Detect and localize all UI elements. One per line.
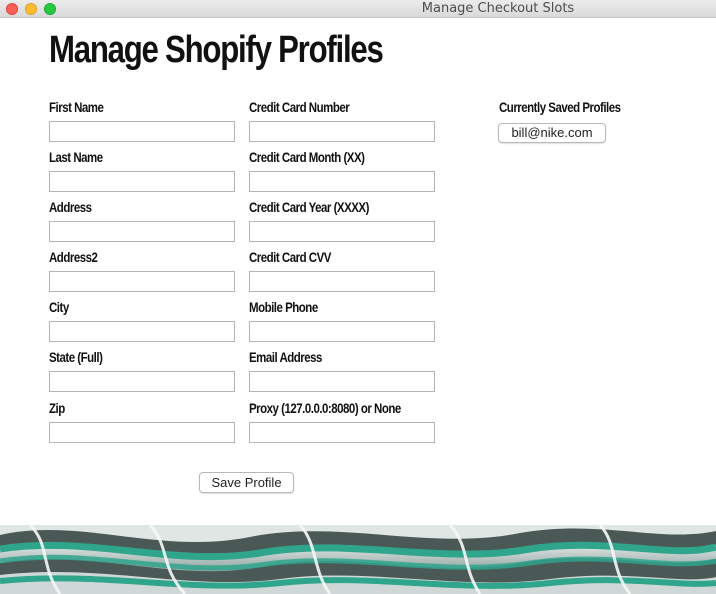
saved-profile-button[interactable]: bill@nike.com — [498, 123, 606, 143]
email-input[interactable] — [249, 371, 435, 392]
email-field: Email Address — [249, 349, 435, 392]
proxy-input[interactable] — [249, 422, 435, 443]
zip-field: Zip — [49, 400, 235, 443]
zip-label: Zip — [49, 400, 65, 416]
city-label: City — [49, 299, 69, 315]
sneaker-photo — [0, 525, 716, 594]
state-input[interactable] — [49, 371, 235, 392]
address-field: Address — [49, 199, 235, 242]
card-year-label: Credit Card Year (XXXX) — [249, 199, 369, 215]
mobile-phone-label: Mobile Phone — [249, 299, 318, 315]
card-year-field: Credit Card Year (XXXX) — [249, 199, 435, 242]
saved-profiles-label: Currently Saved Profiles — [499, 99, 621, 115]
card-number-label: Credit Card Number — [249, 99, 350, 115]
mobile-phone-input[interactable] — [249, 321, 435, 342]
first-name-field: First Name — [49, 99, 235, 142]
zip-input[interactable] — [49, 422, 235, 443]
card-number-field: Credit Card Number — [249, 99, 435, 142]
mobile-phone-field: Mobile Phone — [249, 299, 435, 342]
card-cvv-input[interactable] — [249, 271, 435, 292]
title-bar: Manage Checkout Slots — [0, 0, 716, 18]
address2-label: Address2 — [49, 249, 98, 265]
card-month-label: Credit Card Month (XX) — [249, 149, 365, 165]
save-profile-button[interactable]: Save Profile — [199, 472, 294, 493]
first-name-input[interactable] — [49, 121, 235, 142]
first-name-label: First Name — [49, 99, 104, 115]
address2-field: Address2 — [49, 249, 235, 292]
main-content: Manage Shopify Profiles First Name Last … — [0, 19, 716, 525]
city-field: City — [49, 299, 235, 342]
last-name-field: Last Name — [49, 149, 235, 192]
window-title: Manage Checkout Slots — [421, 1, 575, 16]
card-year-input[interactable] — [249, 221, 435, 242]
address-label: Address — [49, 199, 92, 215]
state-label: State (Full) — [49, 349, 103, 365]
card-number-input[interactable] — [249, 121, 435, 142]
sneaker-photo-graphic — [0, 525, 716, 594]
proxy-label: Proxy (127.0.0.0:8080) or None — [249, 400, 401, 416]
proxy-field: Proxy (127.0.0.0:8080) or None — [249, 400, 435, 443]
last-name-input[interactable] — [49, 171, 235, 192]
email-label: Email Address — [249, 349, 322, 365]
page-title: Manage Shopify Profiles — [49, 29, 384, 71]
card-cvv-label: Credit Card CVV — [249, 249, 331, 265]
state-field: State (Full) — [49, 349, 235, 392]
card-month-input[interactable] — [249, 171, 435, 192]
address-input[interactable] — [49, 221, 235, 242]
city-input[interactable] — [49, 321, 235, 342]
address2-input[interactable] — [49, 271, 235, 292]
last-name-label: Last Name — [49, 149, 103, 165]
card-cvv-field: Credit Card CVV — [249, 249, 435, 292]
card-month-field: Credit Card Month (XX) — [249, 149, 435, 192]
